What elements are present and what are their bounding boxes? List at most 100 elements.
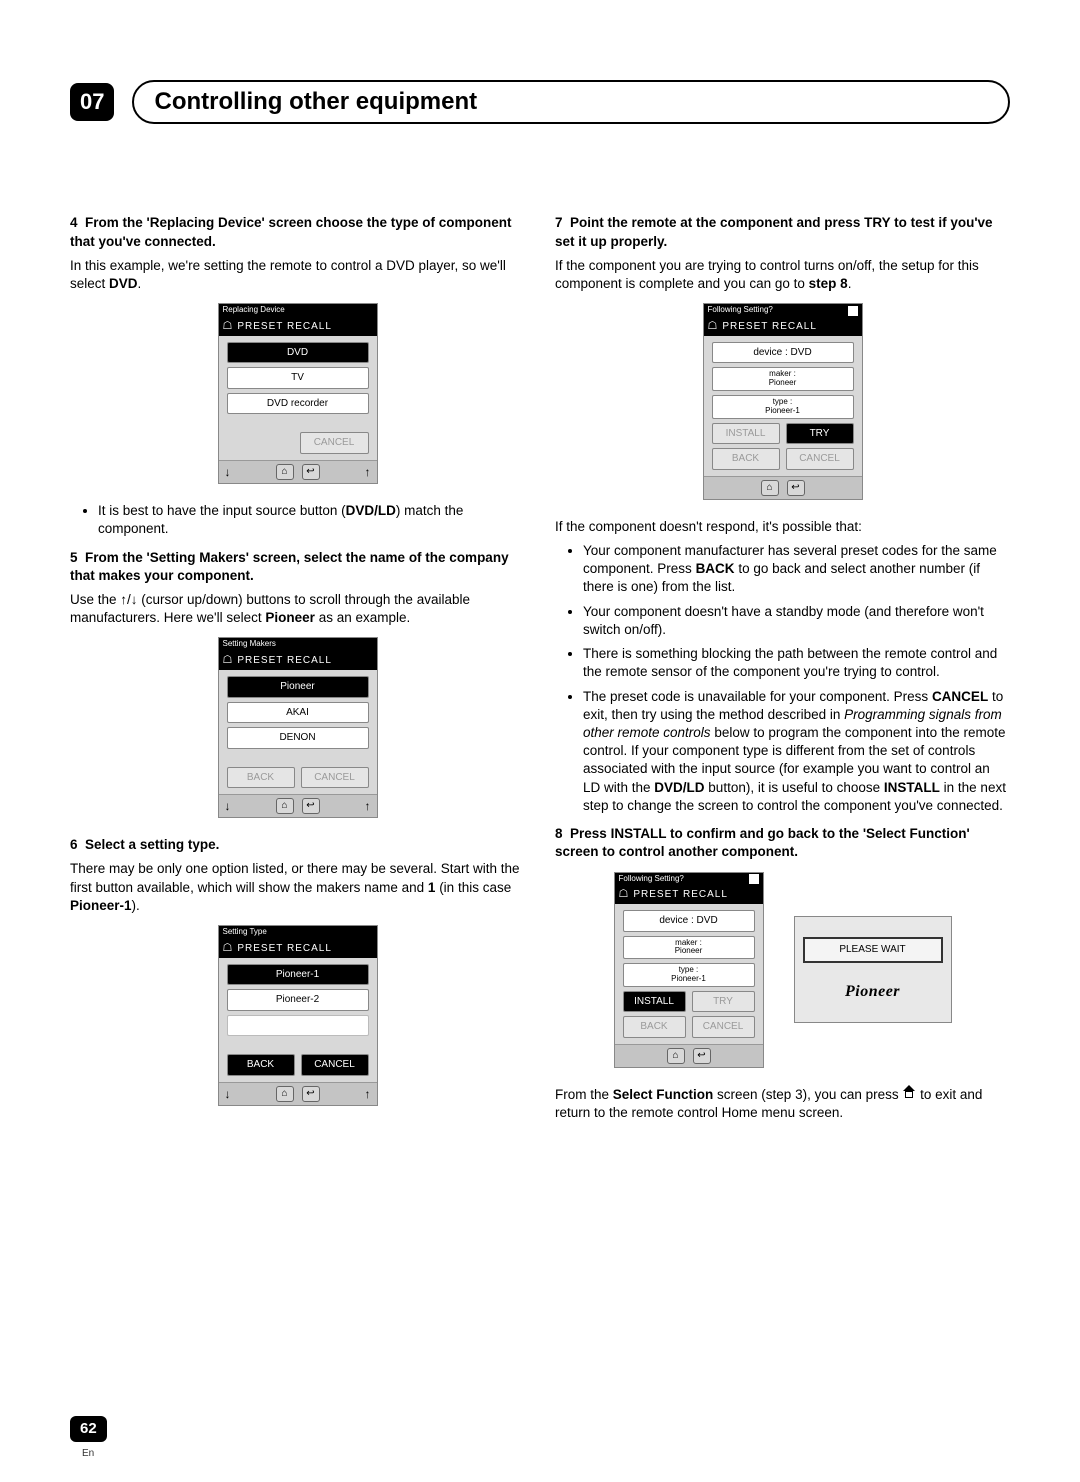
arrow-down-icon[interactable]: ↓ (225, 798, 231, 814)
chapter-title: Controlling other equipment (132, 80, 1010, 124)
remote-screen: Following Setting? ☖PRESET RECALL device… (614, 872, 764, 1069)
step4-heading: 4 From the 'Replacing Device' screen cho… (70, 214, 525, 250)
window-icon (848, 306, 858, 316)
remote-screen: Following Setting? ☖PRESET RECALL device… (703, 303, 863, 500)
figure-setting-type: Setting Type ☖PRESET RECALL Pioneer-1 Pi… (70, 925, 525, 1106)
please-wait-screen: PLEASE WAIT Pioneer (794, 916, 952, 1023)
screen-titlebar: Following Setting? (615, 873, 763, 886)
preset-recall-header: ☖PRESET RECALL (219, 651, 377, 670)
right-column: 7 Point the remote at the component and … (555, 214, 1010, 1128)
remote-icon: ☖ (223, 653, 234, 668)
info-type: type : Pioneer-1 (623, 963, 755, 987)
install-button[interactable]: INSTALL (623, 991, 686, 1013)
remote-icon: ☖ (619, 887, 630, 902)
arrow-up-icon[interactable]: ↑ (365, 464, 371, 480)
return-icon[interactable]: ↩ (302, 464, 320, 480)
back-button[interactable]: BACK (227, 1054, 295, 1076)
page-language: En (82, 1447, 94, 1461)
home-icon (902, 1089, 916, 1101)
info-maker: maker : Pioneer (712, 367, 854, 391)
bullet-unavailable: The preset code is unavailable for your … (583, 688, 1010, 816)
figure-setting-makers: Setting Makers ☖PRESET RECALL Pioneer AK… (70, 637, 525, 818)
back-button[interactable]: BACK (227, 767, 295, 789)
arrow-down-icon[interactable]: ↓ (225, 464, 231, 480)
return-icon[interactable]: ↩ (302, 1086, 320, 1102)
step5-body: Use the ↑/↓ (cursor up/down) buttons to … (70, 591, 525, 627)
info-device: device : DVD (623, 910, 755, 932)
bullet-blocking: There is something blocking the path bet… (583, 645, 1010, 681)
back-button[interactable]: BACK (623, 1016, 686, 1038)
home-icon[interactable]: ⌂ (761, 480, 779, 496)
nav-bar: ⌂↩ (704, 476, 862, 499)
remote-screen: Replacing Device ☖PRESET RECALL DVD TV D… (218, 303, 378, 484)
remote-icon: ☖ (708, 319, 719, 334)
option-dvd-recorder[interactable]: DVD recorder (227, 393, 369, 415)
remote-screen: Setting Type ☖PRESET RECALL Pioneer-1 Pi… (218, 925, 378, 1106)
remote-screen: Setting Makers ☖PRESET RECALL Pioneer AK… (218, 637, 378, 818)
option-pioneer-2[interactable]: Pioneer-2 (227, 989, 369, 1011)
nav-bar: ↓ ⌂ ↩ ↑ (219, 794, 377, 817)
preset-recall-header: ☖PRESET RECALL (615, 885, 763, 904)
cancel-button[interactable]: CANCEL (301, 1054, 369, 1076)
step7-heading: 7 Point the remote at the component and … (555, 214, 1010, 250)
return-icon[interactable]: ↩ (302, 798, 320, 814)
step4-body: In this example, we're setting the remot… (70, 257, 525, 293)
tail-note: From the Select Function screen (step 3)… (555, 1086, 1010, 1122)
figure-replacing-device: Replacing Device ☖PRESET RECALL DVD TV D… (70, 303, 525, 484)
nav-bar: ↓ ⌂ ↩ ↑ (219, 460, 377, 483)
arrow-down-icon[interactable]: ↓ (225, 1086, 231, 1102)
option-tv[interactable]: TV (227, 367, 369, 389)
return-icon[interactable]: ↩ (787, 480, 805, 496)
norespond-list: Your component manufacturer has several … (555, 542, 1010, 815)
option-pioneer-1[interactable]: Pioneer-1 (227, 964, 369, 986)
screen-titlebar: Following Setting? (704, 304, 862, 317)
norespond-intro: If the component doesn't respond, it's p… (555, 518, 1010, 536)
info-maker: maker : Pioneer (623, 936, 755, 960)
home-icon[interactable]: ⌂ (276, 1086, 294, 1102)
remote-icon: ☖ (223, 319, 234, 334)
option-akai[interactable]: AKAI (227, 702, 369, 724)
content-columns: 4 From the 'Replacing Device' screen cho… (70, 214, 1010, 1128)
screen-titlebar: Setting Type (219, 926, 377, 939)
window-icon (749, 874, 759, 884)
cancel-button[interactable]: CANCEL (786, 448, 854, 470)
home-icon[interactable]: ⌂ (276, 798, 294, 814)
left-column: 4 From the 'Replacing Device' screen cho… (70, 214, 525, 1128)
chapter-number-badge: 07 (70, 83, 114, 121)
cancel-button[interactable]: CANCEL (692, 1016, 755, 1038)
step6-heading: 6 Select a setting type. (70, 836, 525, 854)
install-button[interactable]: INSTALL (712, 423, 780, 445)
step7-body: If the component you are trying to contr… (555, 257, 1010, 293)
remote-icon: ☖ (223, 941, 234, 956)
option-denon[interactable]: DENON (227, 727, 369, 749)
page-number: 62 (70, 1416, 107, 1442)
option-dvd[interactable]: DVD (227, 342, 369, 364)
bullet-preset-codes: Your component manufacturer has several … (583, 542, 1010, 597)
preset-recall-header: ☖PRESET RECALL (704, 317, 862, 336)
step8-heading: 8 Press INSTALL to confirm and go back t… (555, 825, 1010, 861)
nav-bar: ⌂↩ (615, 1044, 763, 1067)
arrow-up-icon[interactable]: ↑ (365, 798, 371, 814)
home-icon[interactable]: ⌂ (276, 464, 294, 480)
figure-install-row: Following Setting? ☖PRESET RECALL device… (555, 872, 1010, 1069)
blank-option (227, 1015, 369, 1037)
cancel-button[interactable]: CANCEL (301, 767, 369, 789)
screen-titlebar: Replacing Device (219, 304, 377, 317)
preset-recall-header: ☖PRESET RECALL (219, 939, 377, 958)
home-icon[interactable]: ⌂ (667, 1048, 685, 1064)
try-button[interactable]: TRY (692, 991, 755, 1013)
info-device: device : DVD (712, 342, 854, 364)
back-button[interactable]: BACK (712, 448, 780, 470)
arrow-up-icon[interactable]: ↑ (365, 1086, 371, 1102)
note-input-source: It is best to have the input source butt… (98, 502, 525, 538)
bullet-standby: Your component doesn't have a standby mo… (583, 603, 1010, 639)
cancel-button[interactable]: CANCEL (300, 432, 369, 454)
option-pioneer[interactable]: Pioneer (227, 676, 369, 698)
nav-bar: ↓ ⌂ ↩ ↑ (219, 1082, 377, 1105)
figure-following-setting: Following Setting? ☖PRESET RECALL device… (555, 303, 1010, 500)
step5-heading: 5 From the 'Setting Makers' screen, sele… (70, 549, 525, 585)
return-icon[interactable]: ↩ (693, 1048, 711, 1064)
pioneer-logo: Pioneer (803, 981, 943, 1003)
info-type: type : Pioneer-1 (712, 395, 854, 419)
try-button[interactable]: TRY (786, 423, 854, 445)
